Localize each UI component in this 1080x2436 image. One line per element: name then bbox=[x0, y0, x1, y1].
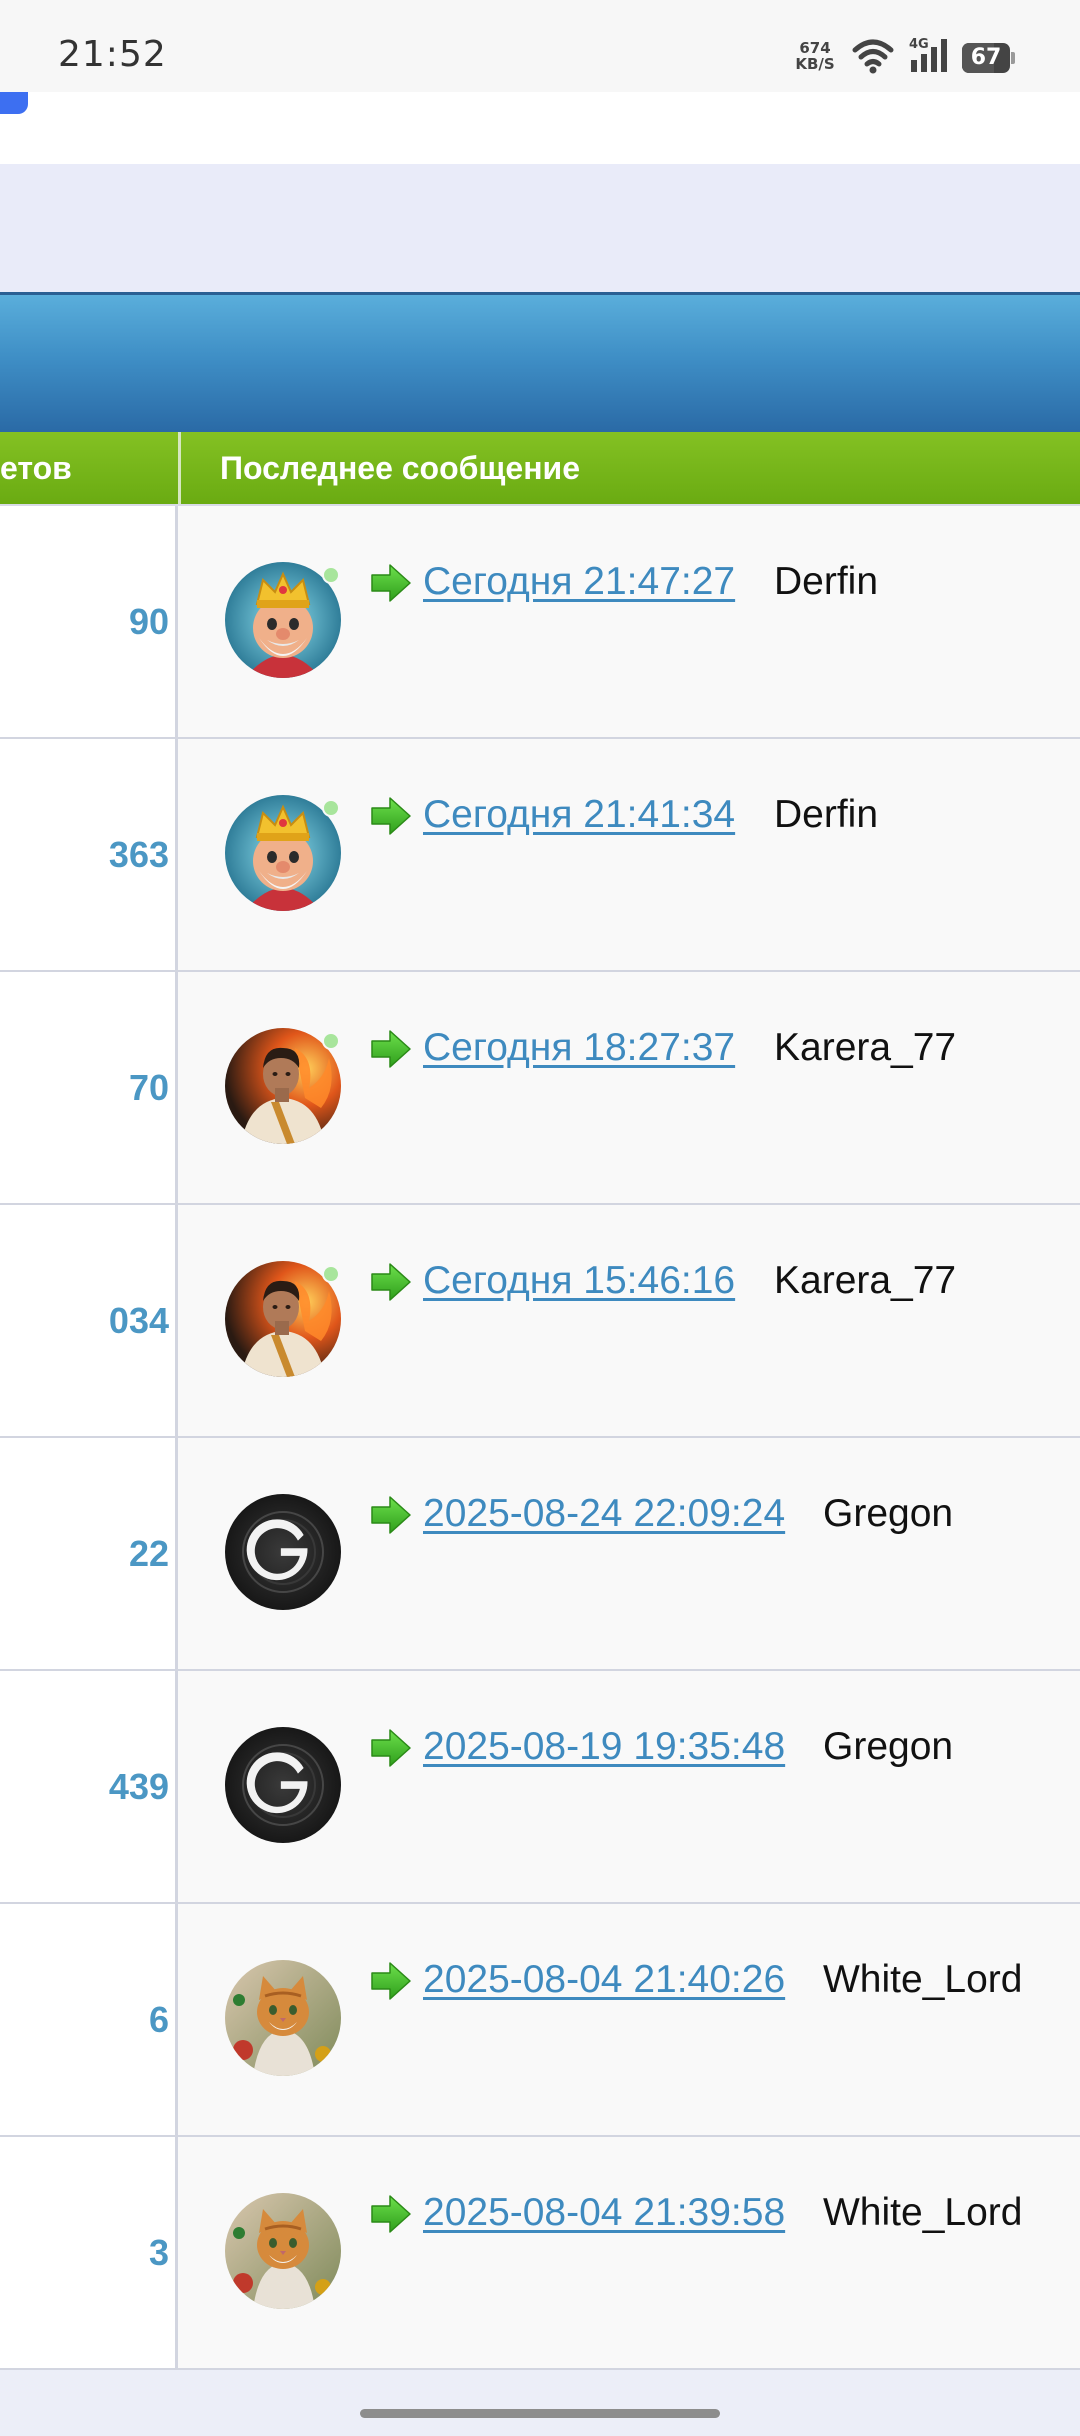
go-to-last-post-icon[interactable] bbox=[370, 1961, 412, 2001]
online-status-dot bbox=[322, 566, 340, 584]
last-post-author[interactable]: Karera_77 bbox=[774, 1026, 956, 1070]
replies-count[interactable]: 363 bbox=[109, 739, 169, 970]
go-to-last-post-icon[interactable] bbox=[370, 1029, 412, 1069]
svg-text:4G: 4G bbox=[909, 37, 929, 52]
replies-cell: 034 bbox=[0, 1205, 178, 1436]
last-post-author[interactable]: Derfin bbox=[774, 793, 878, 837]
replies-cell: 6 bbox=[0, 1904, 178, 2135]
table-row: 363 Сегодня 21:41:34 Derfin bbox=[0, 739, 1080, 972]
network-speed-indicator: 674 KB/S bbox=[793, 40, 837, 72]
online-status-dot bbox=[322, 1032, 340, 1050]
last-post-author[interactable]: White_Lord bbox=[823, 1958, 1022, 2002]
status-bar: 21:52 674 KB/S 4G 67 bbox=[0, 0, 1080, 92]
table-row: 90 Сегодня 21:47:27 Derfin bbox=[0, 506, 1080, 739]
replies-cell: 439 bbox=[0, 1671, 178, 1902]
last-post-time-link[interactable]: Сегодня 15:46:16 bbox=[423, 1259, 735, 1303]
replies-count[interactable]: 3 bbox=[149, 2137, 169, 2368]
cellular-signal-icon: 4G bbox=[909, 37, 947, 72]
last-post-time-link[interactable]: 2025-08-04 21:40:26 bbox=[423, 1958, 785, 2002]
topic-list: 90 Сегодня 21:47:27 Derfin 363 Сегодня 21:41… bbox=[0, 506, 1080, 2370]
go-to-last-post-icon[interactable] bbox=[370, 1495, 412, 1535]
go-to-last-post-icon[interactable] bbox=[370, 563, 412, 603]
replies-cell: 22 bbox=[0, 1438, 178, 1669]
network-speed-unit: KB/S bbox=[795, 55, 835, 73]
go-to-last-post-icon[interactable] bbox=[370, 1728, 412, 1768]
last-post-author[interactable]: White_Lord bbox=[823, 2191, 1022, 2235]
last-post-time-link[interactable]: 2025-08-04 21:39:58 bbox=[423, 2191, 785, 2235]
g-logo-avatar[interactable] bbox=[225, 1727, 341, 1843]
replies-column-header: етов bbox=[0, 432, 178, 504]
table-row: 6 2025-08-04 21:40:26 White_Lord bbox=[0, 1904, 1080, 2137]
table-row: 3 2025-08-04 21:39:58 White_Lord bbox=[0, 2137, 1080, 2370]
last-post-author[interactable]: Gregon bbox=[823, 1492, 953, 1536]
go-to-last-post-icon[interactable] bbox=[370, 1262, 412, 1302]
go-to-last-post-icon[interactable] bbox=[370, 2194, 412, 2234]
g-logo-avatar[interactable] bbox=[225, 1494, 341, 1610]
replies-cell: 90 bbox=[0, 506, 178, 737]
last-post-time-link[interactable]: Сегодня 21:41:34 bbox=[423, 793, 735, 837]
replies-count[interactable]: 90 bbox=[129, 506, 169, 737]
table-row: 439 2025-08-19 19:35:48 Gregon bbox=[0, 1671, 1080, 1904]
last-post-author[interactable]: Derfin bbox=[774, 560, 878, 604]
last-post-author[interactable]: Karera_77 bbox=[774, 1259, 956, 1303]
replies-column-header-label: етов bbox=[0, 450, 72, 486]
cat-avatar[interactable] bbox=[225, 1960, 341, 2076]
page-top-band bbox=[0, 92, 1080, 164]
online-status-dot bbox=[322, 1265, 340, 1283]
wifi-icon bbox=[852, 39, 894, 74]
table-header: етов Последнее сообщение bbox=[0, 432, 1080, 506]
forum-category-header bbox=[0, 292, 1080, 432]
last-post-author[interactable]: Gregon bbox=[823, 1725, 953, 1769]
table-row: 034 Сегодня 15:46:16 Karera_77 bbox=[0, 1205, 1080, 1438]
online-status-dot bbox=[322, 799, 340, 817]
table-row: 70 Сегодня 18:27:37 Karera_77 bbox=[0, 972, 1080, 1205]
bottom-strip bbox=[0, 2370, 1080, 2436]
battery-icon: 67 bbox=[962, 43, 1015, 73]
last-post-time-link[interactable]: Сегодня 21:47:27 bbox=[423, 560, 735, 604]
last-post-time-link[interactable]: 2025-08-24 22:09:24 bbox=[423, 1492, 785, 1536]
replies-cell: 363 bbox=[0, 739, 178, 970]
replies-count[interactable]: 6 bbox=[149, 1904, 169, 2135]
forum-nav-band bbox=[0, 164, 1080, 292]
replies-count[interactable]: 22 bbox=[129, 1438, 169, 1669]
replies-count[interactable]: 034 bbox=[109, 1205, 169, 1436]
column-divider bbox=[178, 432, 181, 504]
replies-count[interactable]: 70 bbox=[129, 972, 169, 1203]
last-post-column-header: Последнее сообщение bbox=[220, 450, 580, 486]
go-to-last-post-icon[interactable] bbox=[370, 796, 412, 836]
clock: 21:52 bbox=[58, 34, 167, 75]
battery-level-text: 67 bbox=[970, 45, 1002, 70]
table-row: 22 2025-08-24 22:09:24 Gregon bbox=[0, 1438, 1080, 1671]
home-indicator[interactable] bbox=[360, 2409, 720, 2418]
network-speed-value: 674 bbox=[799, 39, 831, 57]
last-post-time-link[interactable]: Сегодня 18:27:37 bbox=[423, 1026, 735, 1070]
last-post-time-link[interactable]: 2025-08-19 19:35:48 bbox=[423, 1725, 785, 1769]
replies-cell: 70 bbox=[0, 972, 178, 1203]
replies-cell: 3 bbox=[0, 2137, 178, 2368]
blue-tab-corner bbox=[0, 92, 28, 114]
replies-count[interactable]: 439 bbox=[109, 1671, 169, 1902]
cat-avatar[interactable] bbox=[225, 2193, 341, 2309]
